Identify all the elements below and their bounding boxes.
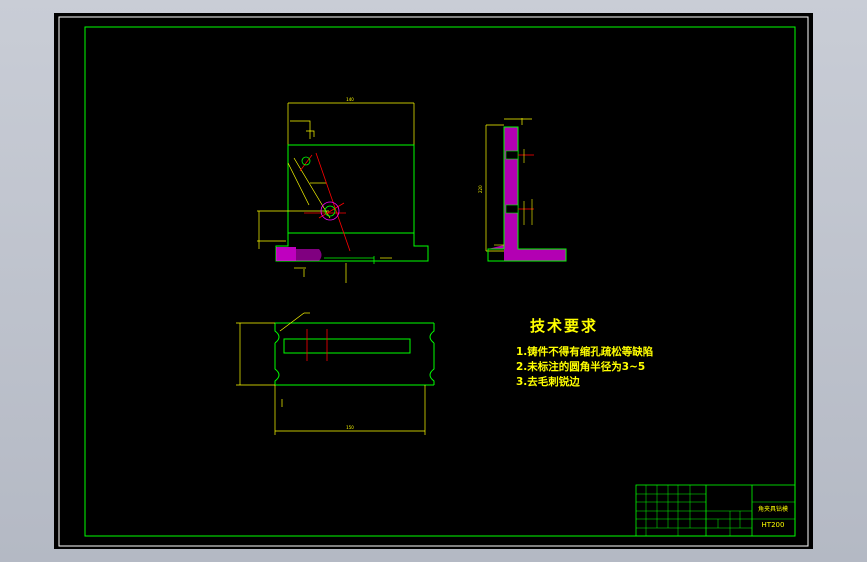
outer-frame xyxy=(58,16,809,547)
technical-requirements-title: 技术要求 xyxy=(530,317,599,335)
drawing-canvas: 140 220 150 xyxy=(58,16,809,547)
front-view: 140 xyxy=(257,97,429,283)
top-view: 150 xyxy=(236,312,435,435)
title-block-material: HT200 xyxy=(761,521,785,529)
technical-requirement-item: 2.未标注的圆角半径为3~5 xyxy=(516,361,646,373)
svg-text:150: 150 xyxy=(346,425,354,430)
drawing-sheet[interactable]: 140 220 150 技术要求 1.铸件不得有缩孔疏松等缺陷 2.未标注的圆角… xyxy=(54,13,813,549)
svg-text:220: 220 xyxy=(478,185,483,193)
technical-requirement-item: 1.铸件不得有缩孔疏松等缺陷 xyxy=(516,346,654,358)
side-view: 220 xyxy=(478,118,567,262)
title-block-part-name: 角夹具钻模 xyxy=(757,506,788,513)
svg-text:140: 140 xyxy=(346,97,354,102)
technical-requirement-item: 3.去毛刺锐边 xyxy=(516,376,580,388)
drawing-border xyxy=(84,26,796,537)
cad-window: 140 220 150 技术要求 1.铸件不得有缩孔疏松等缺陷 2.未标注的圆角… xyxy=(0,0,867,562)
